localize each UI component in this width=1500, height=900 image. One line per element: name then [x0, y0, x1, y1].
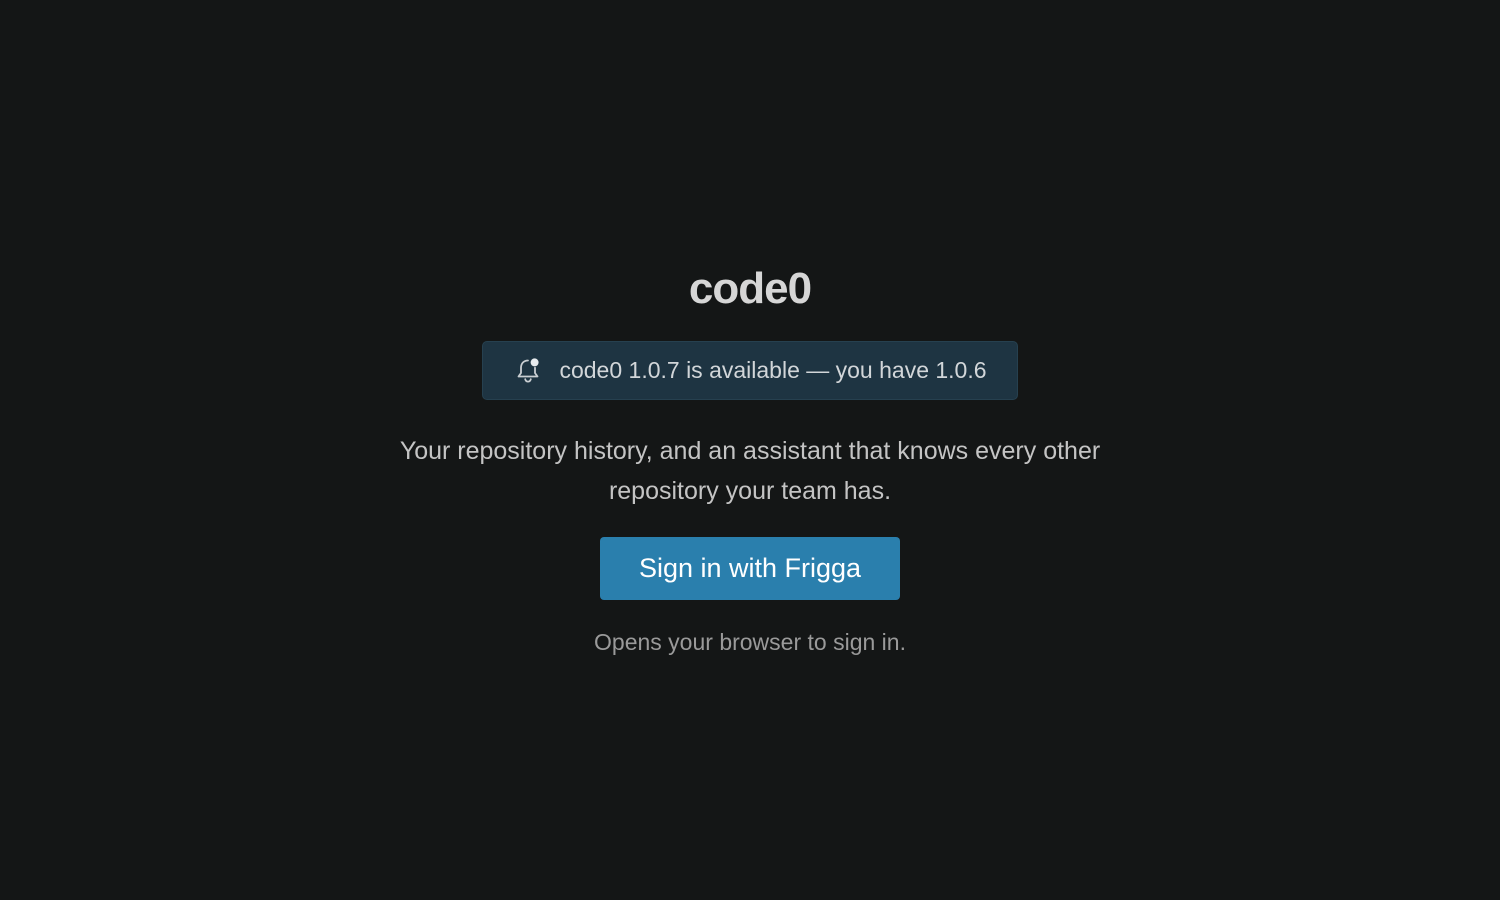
tagline: Your repository history, and an assistan… — [399, 437, 1101, 505]
app-title: code0 — [688, 264, 812, 313]
bell-notification-icon — [513, 356, 543, 386]
welcome-content: code0 code0 1.0.7 is available — you hav… — [0, 0, 1500, 656]
sign-in-button[interactable]: Sign in with Frigga — [600, 537, 900, 600]
welcome-screen: code0 code0 1.0.7 is available — you hav… — [0, 0, 1500, 900]
sign-in-note: Opens your browser to sign in. — [594, 629, 906, 655]
update-available-banner[interactable]: code0 1.0.7 is available — you have 1.0.… — [482, 341, 1018, 400]
update-message: code0 1.0.7 is available — you have 1.0.… — [559, 357, 987, 383]
